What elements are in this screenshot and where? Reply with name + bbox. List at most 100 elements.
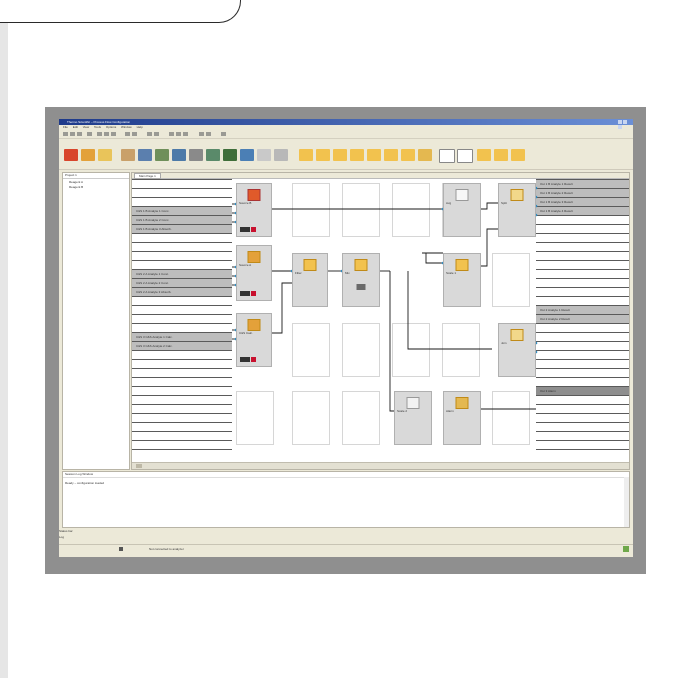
page-icon[interactable] (439, 149, 455, 163)
log-scrollbar[interactable] (624, 477, 629, 527)
output-row-empty[interactable] (536, 395, 629, 404)
mix-block[interactable]: Mix (342, 253, 380, 307)
menu-options[interactable]: Options (106, 125, 116, 129)
split-block-icon[interactable] (384, 149, 398, 161)
input-row-empty[interactable] (132, 314, 232, 323)
output-row-empty[interactable] (536, 449, 629, 458)
input-row-empty[interactable] (132, 377, 232, 386)
meter-block-icon[interactable] (240, 149, 254, 161)
output-row-empty[interactable] (536, 323, 629, 332)
distribute-icon[interactable] (176, 132, 181, 136)
output-row[interactable]: Out 3 Alarm (536, 386, 629, 395)
output-row[interactable]: Out 1 B Analyte 3 Result (536, 197, 629, 206)
tree-node[interactable]: Reagent B (63, 185, 129, 189)
empty-slot[interactable] (492, 253, 530, 307)
empty-slot[interactable] (342, 323, 380, 377)
input-row-empty[interactable] (132, 251, 232, 260)
switch-block-icon[interactable] (189, 149, 203, 161)
output-row-empty[interactable] (536, 350, 629, 359)
help-icon[interactable] (221, 132, 226, 136)
source-block[interactable]: Source A (236, 245, 272, 301)
empty-slot[interactable] (392, 323, 430, 377)
status-tab[interactable]: Log (59, 535, 633, 542)
menu-tools[interactable]: Tools (94, 125, 101, 129)
output-row-empty[interactable] (536, 440, 629, 449)
layout-c-icon[interactable] (511, 149, 525, 161)
empty-slot[interactable] (342, 183, 380, 237)
paste-icon[interactable] (111, 132, 116, 136)
input-row[interactable]: C&S 2 A Analyte 3 Absorb. (132, 287, 232, 296)
split-block[interactable]: Split (498, 183, 536, 237)
probe-block-icon[interactable] (98, 149, 112, 161)
source-block[interactable]: Source B (236, 183, 272, 237)
avg-block[interactable]: Avg (443, 183, 481, 237)
empty-slot[interactable] (292, 323, 330, 377)
output-row-empty[interactable] (536, 431, 629, 440)
new-icon[interactable] (63, 132, 68, 136)
empty-slot[interactable] (442, 323, 480, 377)
input-row-empty[interactable] (132, 188, 232, 197)
output-row-empty[interactable] (536, 296, 629, 305)
output-row-empty[interactable] (536, 377, 629, 386)
diagram-canvas[interactable]: Main Page 1 C&S 1 B Analyte 1 Conc. C&S … (131, 172, 630, 470)
zoom-out-icon[interactable] (154, 132, 159, 136)
output-row-empty[interactable] (536, 413, 629, 422)
scale-block[interactable]: Scale 1 (443, 253, 481, 307)
output-row-empty[interactable] (536, 242, 629, 251)
curve-block-icon[interactable] (274, 149, 288, 161)
output-row[interactable]: Out 2 Analyte 1 Result (536, 305, 629, 314)
output-row-empty[interactable] (536, 215, 629, 224)
input-row-empty[interactable] (132, 368, 232, 377)
page-next-icon[interactable] (457, 149, 473, 163)
input-row[interactable]: C&S 3 C&S Analyte 2 Calc. (132, 341, 232, 350)
link-block-icon[interactable] (138, 149, 152, 161)
alarm-block-icon[interactable] (418, 149, 432, 161)
cut-icon[interactable] (97, 132, 102, 136)
output-row[interactable]: Out 2 Analyte 2 Result (536, 314, 629, 323)
input-row-empty[interactable] (132, 440, 232, 449)
empty-slot[interactable] (342, 391, 380, 445)
minimize-button[interactable] (618, 120, 622, 124)
source-block[interactable]: C&S Calc. (236, 313, 272, 367)
menu-window[interactable]: Window (121, 125, 132, 129)
output-row-empty[interactable] (536, 368, 629, 377)
input-row-empty[interactable] (132, 449, 232, 458)
input-row-empty[interactable] (132, 413, 232, 422)
join-block-icon[interactable] (401, 149, 415, 161)
empty-slot[interactable] (236, 391, 274, 445)
maximize-button[interactable] (623, 120, 627, 124)
output-row-empty[interactable] (536, 359, 629, 368)
join-block[interactable]: Join (498, 323, 536, 377)
scroll-thumb[interactable] (136, 464, 142, 468)
mix-block-icon[interactable] (333, 149, 347, 161)
input-row-empty[interactable] (132, 179, 232, 188)
avg-block-icon[interactable] (350, 149, 364, 161)
scale-block-2[interactable]: Scale 2 (394, 391, 432, 445)
pin-block-icon[interactable] (155, 149, 169, 161)
redo-icon[interactable] (132, 132, 137, 136)
align-icon[interactable] (169, 132, 174, 136)
tree-tab[interactable]: Project 1 (63, 173, 129, 179)
tree-node[interactable]: Reagent A (63, 180, 129, 184)
menu-edit[interactable]: Edit (73, 125, 78, 129)
undo-icon[interactable] (125, 132, 130, 136)
input-row[interactable]: C&S 1 B Analyte 3 Absorb. (132, 224, 232, 233)
horizontal-scrollbar[interactable] (132, 462, 629, 469)
filter-block[interactable]: Filter (292, 253, 328, 307)
input-row-empty[interactable] (132, 350, 232, 359)
sensor-block-icon[interactable] (81, 149, 95, 161)
output-row-empty[interactable] (536, 251, 629, 260)
output-row-empty[interactable] (536, 422, 629, 431)
valve-block-icon[interactable] (206, 149, 220, 161)
output-row-empty[interactable] (536, 278, 629, 287)
menu-file[interactable]: File (63, 125, 68, 129)
zoom-in-icon[interactable] (147, 132, 152, 136)
connector-block-icon[interactable] (121, 149, 135, 161)
output-row-empty[interactable] (536, 404, 629, 413)
run-icon[interactable] (199, 132, 204, 136)
input-row-empty[interactable] (132, 197, 232, 206)
input-row-empty[interactable] (132, 233, 232, 242)
output-row-empty[interactable] (536, 287, 629, 296)
output-row-empty[interactable] (536, 224, 629, 233)
copy-icon[interactable] (104, 132, 109, 136)
